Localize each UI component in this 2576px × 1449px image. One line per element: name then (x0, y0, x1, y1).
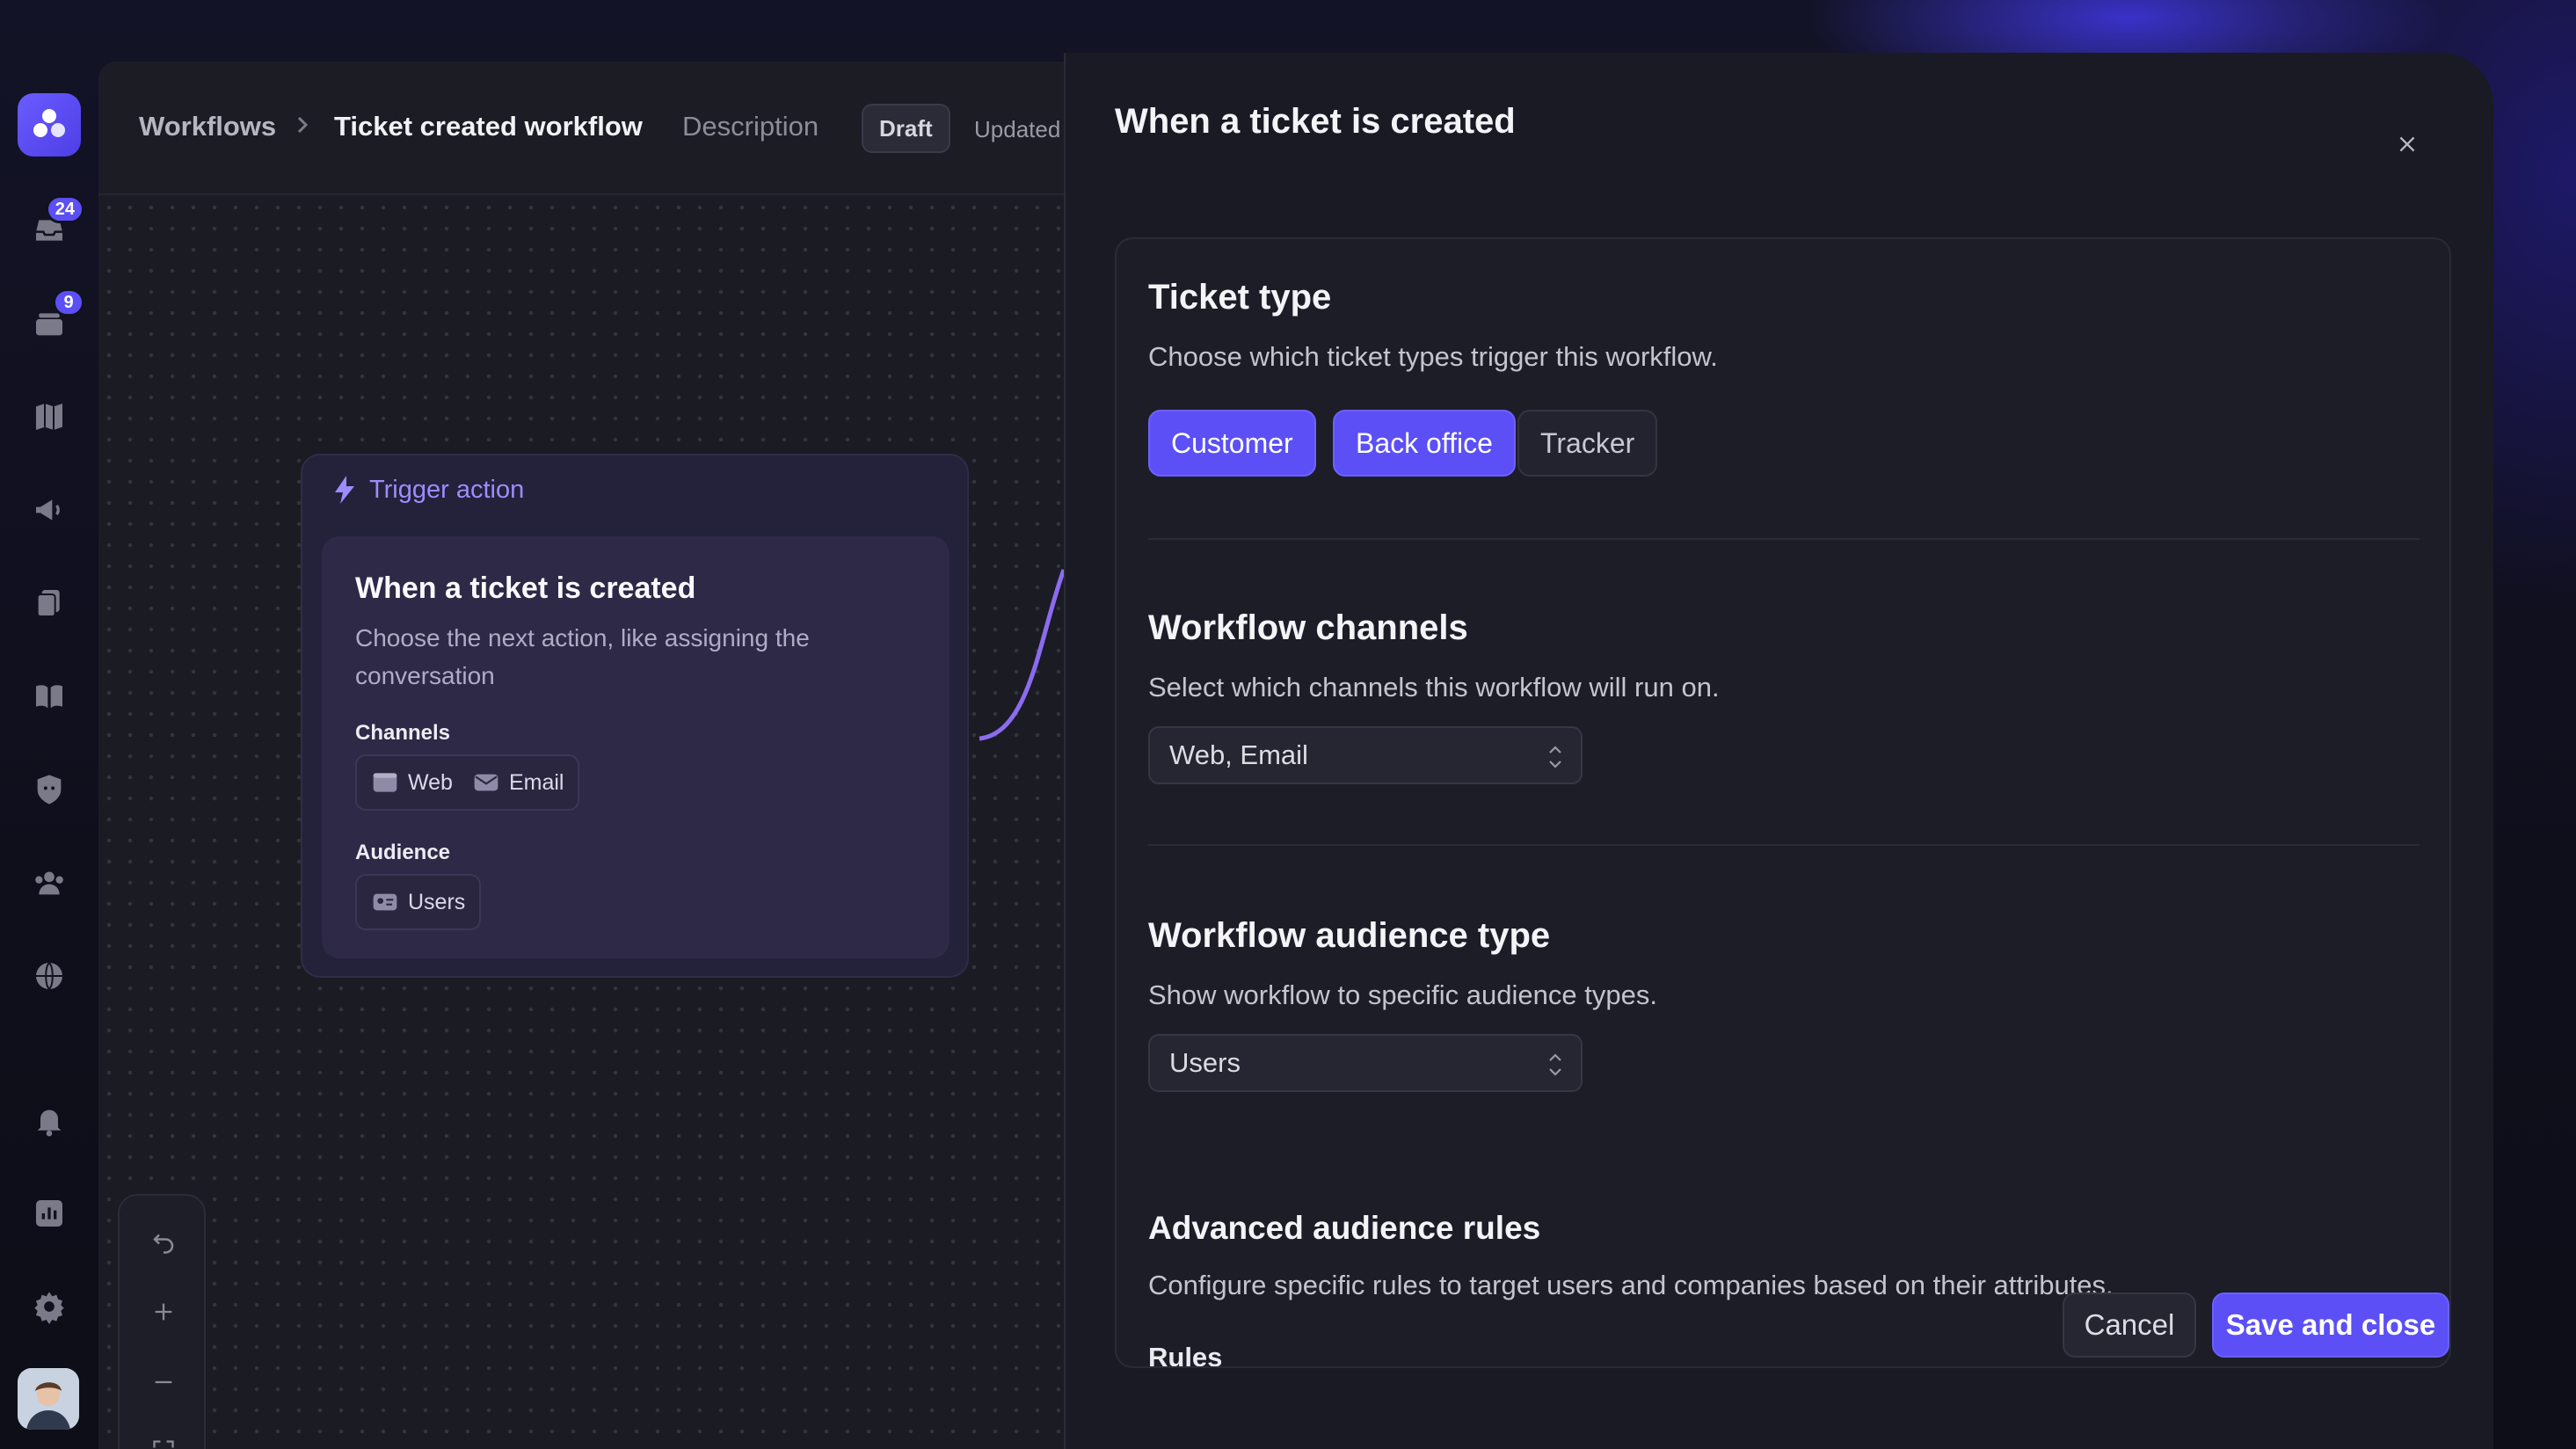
audience-type-select-value: Users (1169, 1047, 1241, 1078)
book-icon[interactable] (26, 674, 72, 719)
node-body: When a ticket is created Choose the next… (322, 536, 950, 958)
advanced-rules-description: Configure specific rules to target users… (1148, 1270, 2114, 1300)
channels-label: Channels (355, 721, 451, 745)
ticket-type-customer-button[interactable]: Customer (1148, 410, 1316, 477)
save-and-close-button[interactable]: Save and close (2212, 1292, 2449, 1358)
email-icon (474, 774, 498, 791)
chevron-up-down-icon (1549, 1053, 1561, 1076)
ticket-type-description: Choose which ticket types trigger this w… (1148, 341, 1718, 372)
chip-email-label: Email (508, 769, 564, 795)
audience-type-description: Show workflow to specific audience types… (1148, 979, 1657, 1010)
inbox-icon[interactable]: 24 (26, 195, 84, 253)
chip-users: Users (371, 888, 465, 916)
tickets-icon[interactable]: 9 (26, 288, 84, 346)
globe-icon[interactable] (26, 953, 72, 999)
undo-icon[interactable] (142, 1220, 185, 1263)
zoom-in-icon[interactable] (142, 1291, 185, 1333)
ticket-type-title: Ticket type (1148, 278, 1332, 317)
id-card-icon (373, 893, 397, 911)
node-description: Choose the next action, like assigning t… (355, 624, 810, 689)
audience-type-select[interactable]: Users (1148, 1034, 1583, 1092)
zoom-out-icon[interactable] (142, 1361, 185, 1403)
bell-icon[interactable] (26, 1097, 72, 1143)
trigger-settings-panel: When a ticket is created Ticket type Cho… (1064, 53, 2493, 1449)
advanced-rules-title: Advanced audience rules (1148, 1210, 1541, 1246)
workflow-workspace: Workflows Ticket created workflow Descri… (98, 62, 1064, 1449)
audience-label: Audience (355, 841, 451, 864)
chip-users-label: Users (408, 889, 466, 914)
workflow-canvas[interactable]: Trigger action When a ticket is created … (98, 197, 1064, 1449)
divider (1148, 844, 2420, 846)
logo-icon[interactable] (18, 93, 81, 157)
ticket-type-tracker-button[interactable]: Tracker (1517, 410, 1658, 477)
shield-icon[interactable] (26, 767, 72, 812)
map-icon[interactable] (26, 394, 72, 440)
gear-icon[interactable] (26, 1284, 72, 1329)
sidebar: 24 9 (0, 53, 98, 1449)
node-header: Trigger action (332, 475, 524, 505)
zoom-controls (118, 1194, 206, 1449)
workflow-topbar: Workflows Ticket created workflow Descri… (98, 62, 1064, 195)
inbox-badge: 24 (45, 195, 84, 223)
connector-line (979, 569, 1064, 741)
close-icon[interactable] (2386, 123, 2428, 165)
audience-type-title: Workflow audience type (1148, 916, 1551, 955)
status-badge: Draft (862, 104, 950, 153)
browser-icon (373, 773, 397, 792)
lightning-icon (335, 476, 354, 504)
node-title: When a ticket is created (355, 572, 696, 605)
chip-web-label: Web (408, 769, 453, 795)
trigger-node[interactable]: Trigger action When a ticket is created … (301, 454, 969, 978)
chip-web: Web (371, 768, 453, 797)
team-icon[interactable] (26, 860, 72, 906)
description-button[interactable]: Description (682, 111, 819, 142)
megaphone-icon[interactable] (26, 487, 72, 533)
channels-select[interactable]: Web, Email (1148, 726, 1583, 784)
ticket-type-back-office-button[interactable]: Back office (1333, 410, 1516, 477)
chart-icon[interactable] (26, 1191, 72, 1236)
chevron-right-icon (294, 107, 313, 149)
chevron-up-down-icon (1549, 746, 1561, 768)
settings-card: Ticket type Choose which ticket types tr… (1115, 237, 2451, 1368)
channels-select-value: Web, Email (1169, 739, 1308, 770)
breadcrumb-workflows-link[interactable]: Workflows (139, 111, 276, 142)
fit-view-icon[interactable] (142, 1430, 185, 1449)
avatar[interactable] (18, 1368, 79, 1430)
panel-title: When a ticket is created (1115, 102, 1516, 141)
audience-chips: Users (355, 874, 482, 930)
tickets-badge: 9 (53, 288, 84, 317)
channels-title: Workflow channels (1148, 608, 1468, 647)
documents-icon[interactable] (26, 580, 72, 626)
node-header-label: Trigger action (369, 475, 525, 504)
chip-email: Email (472, 768, 564, 797)
rules-label: Rules (1148, 1342, 1223, 1368)
channels-chips: Web Email (355, 754, 580, 811)
cancel-button[interactable]: Cancel (2063, 1292, 2196, 1358)
updated-text: Updated (974, 116, 1061, 142)
breadcrumb-current: Ticket created workflow (334, 111, 643, 142)
divider (1148, 538, 2420, 540)
channels-description: Select which channels this workflow will… (1148, 672, 1720, 703)
